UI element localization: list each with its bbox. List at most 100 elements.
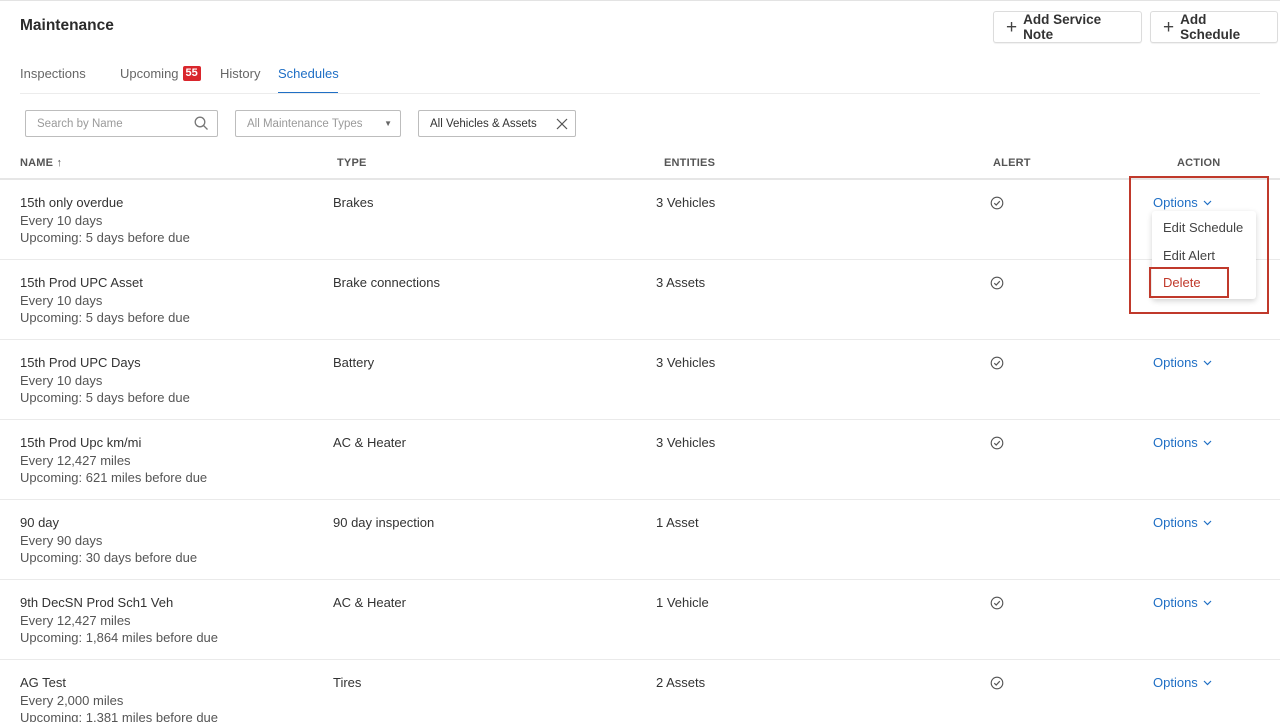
tab-inspections[interactable]: Inspections [20,66,86,81]
alert-cell [990,596,1004,615]
add-service-note-button[interactable]: + Add Service Note [993,11,1142,43]
plus-icon: + [1006,16,1018,38]
maintenance-type-placeholder: All Maintenance Types [247,117,363,130]
schedule-entities: 3 Vehicles [656,435,716,450]
plus-icon: + [1163,16,1175,38]
maintenance-type-select[interactable]: All Maintenance Types ▼ [235,110,401,137]
column-header-entities: ENTITIES [664,157,716,169]
table-row: 9th DecSN Prod Sch1 Veh Every 12,427 mil… [0,580,1280,660]
alert-cell [990,676,1004,695]
options-button[interactable]: Options [1153,594,1212,612]
schedule-name-cell: 15th Prod UPC Days Every 10 days Upcomin… [20,354,190,407]
schedule-type: AC & Heater [333,435,406,450]
vehicles-assets-select[interactable]: All Vehicles & Assets [418,110,576,137]
schedule-name[interactable]: 9th DecSN Prod Sch1 Veh [20,594,218,612]
schedule-entities: 1 Vehicle [656,595,709,610]
schedule-upcoming: Upcoming: 5 days before due [20,230,190,245]
alert-check-icon [990,436,1004,450]
schedule-interval: Every 12,427 miles [20,612,131,628]
table-row: 15th Prod UPC Days Every 10 days Upcomin… [0,340,1280,420]
options-label: Options [1153,595,1198,610]
schedule-entities: 2 Assets [656,675,706,690]
schedule-upcoming: Upcoming: 5 days before due [20,390,190,405]
add-schedule-label: Add Schedule [1180,12,1241,42]
tab-upcoming[interactable]: Upcoming 55 [120,66,201,81]
schedule-name[interactable]: 15th Prod UPC Days [20,354,190,372]
column-header-type: TYPE [337,157,367,169]
options-button[interactable]: Options [1153,514,1212,532]
schedule-name[interactable]: AG Test [20,674,218,692]
schedule-name[interactable]: 15th only overdue [20,194,190,212]
schedule-name-cell: 15th Prod Upc km/mi Every 12,427 miles U… [20,434,207,487]
schedule-entities: 1 Asset [656,515,699,530]
alert-check-icon [990,676,1004,690]
schedule-upcoming: Upcoming: 621 miles before due [20,470,208,485]
column-header-name[interactable]: NAME ↑ [20,157,62,169]
table-row: 15th Prod Upc km/mi Every 12,427 miles U… [0,420,1280,500]
alert-check-icon [990,196,1004,210]
options-label: Options [1153,515,1198,530]
alert-cell [990,356,1004,375]
schedule-name[interactable]: 15th Prod Upc km/mi [20,434,207,452]
schedule-name-cell: 9th DecSN Prod Sch1 Veh Every 12,427 mil… [20,594,218,647]
schedule-name-cell: AG Test Every 2,000 miles Upcoming: 1,38… [20,674,218,722]
alert-check-icon [990,356,1004,370]
top-border [0,0,1280,1]
schedule-interval: Every 2,000 miles [20,692,124,708]
schedule-type: AC & Heater [333,595,406,610]
options-button[interactable]: Options [1153,434,1212,452]
alert-cell [990,436,1004,455]
schedule-interval: Every 12,427 miles [20,452,131,468]
schedule-interval: Every 10 days [20,292,103,308]
schedule-upcoming: Upcoming: 1,864 miles before due [20,630,219,645]
dropdown-caret-icon: ▼ [384,119,392,128]
tab-upcoming-label: Upcoming [120,66,179,81]
highlight-box-delete [1149,267,1229,298]
schedule-name-cell: 15th only overdue Every 10 days Upcoming… [20,194,190,247]
schedule-type: Brake connections [333,275,440,290]
options-label: Options [1153,435,1198,450]
add-schedule-button[interactable]: + Add Schedule [1150,11,1278,43]
alert-cell [990,276,1004,295]
options-label: Options [1153,675,1198,690]
schedule-interval: Every 90 days [20,532,103,548]
vehicles-assets-value: All Vehicles & Assets [430,117,537,130]
table-row: 90 day Every 90 days Upcoming: 30 days b… [0,500,1280,580]
schedule-type: 90 day inspection [333,515,435,530]
options-button[interactable]: Options [1153,674,1212,692]
column-header-alert: ALERT [993,157,1031,169]
schedule-name[interactable]: 90 day [20,514,197,532]
tab-history[interactable]: History [220,66,260,81]
alert-cell [990,196,1004,215]
table-row: 15th Prod UPC Asset Every 10 days Upcomi… [0,260,1280,340]
schedule-upcoming: Upcoming: 30 days before due [20,550,198,565]
add-service-note-label: Add Service Note [1023,12,1102,42]
chevron-down-icon [1203,440,1212,446]
schedule-name-cell: 15th Prod UPC Asset Every 10 days Upcomi… [20,274,190,327]
options-label: Options [1153,355,1198,370]
schedule-upcoming: Upcoming: 1,381 miles before due [20,710,219,722]
schedule-entities: 3 Assets [656,275,706,290]
alert-check-icon [990,276,1004,290]
column-header-action: ACTION [1177,157,1221,169]
chevron-down-icon [1203,680,1212,686]
chevron-down-icon [1203,520,1212,526]
schedule-interval: Every 10 days [20,212,103,228]
table-row: 15th only overdue Every 10 days Upcoming… [0,180,1280,260]
page-title: Maintenance [20,17,114,34]
search-input[interactable]: Search by Name [25,110,218,137]
options-button[interactable]: Options [1153,354,1212,372]
schedule-entities: 3 Vehicles [656,195,716,210]
schedule-name[interactable]: 15th Prod UPC Asset [20,274,190,292]
search-icon [194,116,208,130]
schedule-upcoming: Upcoming: 5 days before due [20,310,190,325]
chevron-down-icon [1203,360,1212,366]
tab-bar: Inspections Upcoming 55 History Schedule… [20,66,1260,94]
clear-icon[interactable] [555,117,569,131]
chevron-down-icon [1203,600,1212,606]
table-row: AG Test Every 2,000 miles Upcoming: 1,38… [0,660,1280,722]
schedule-type: Tires [333,675,362,690]
schedule-interval: Every 10 days [20,372,103,388]
schedule-type: Battery [333,355,375,370]
tab-schedules[interactable]: Schedules [278,66,339,81]
